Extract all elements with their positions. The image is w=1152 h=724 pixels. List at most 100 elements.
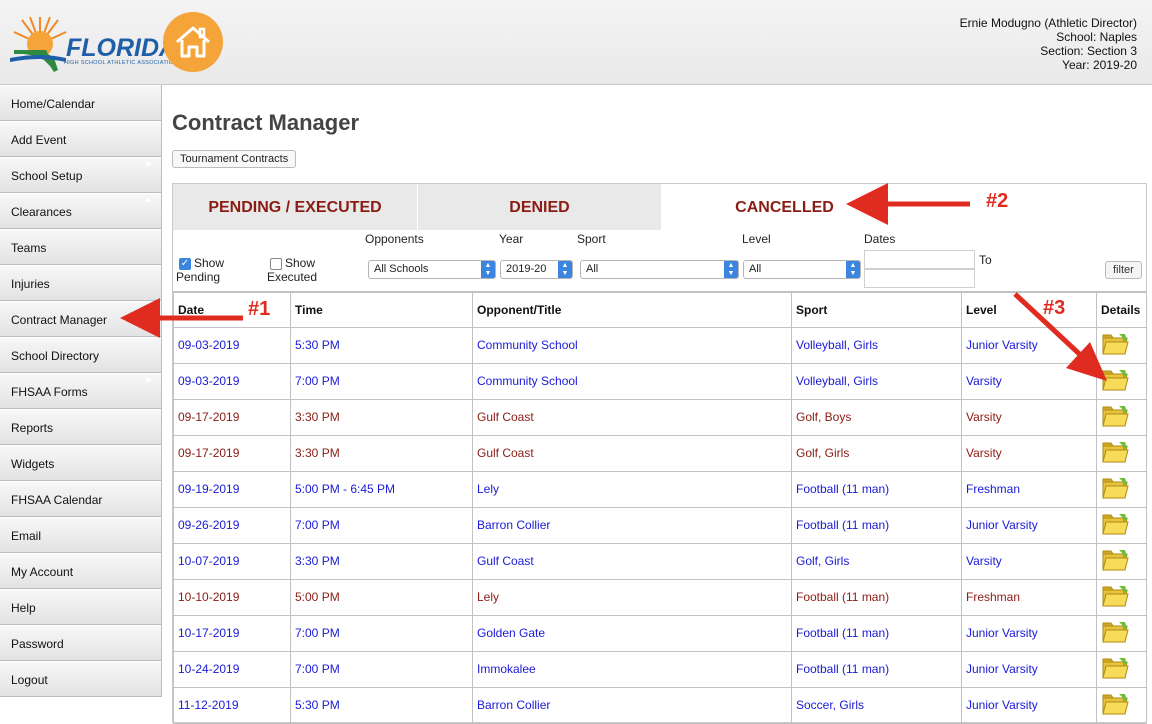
sidebar-item-password[interactable]: Password <box>0 625 161 661</box>
cell-opponent: Immokalee <box>472 650 792 688</box>
sidebar-item-widgets[interactable]: Widgets <box>0 445 161 481</box>
opponents-select[interactable]: All Schools ▲ ▼ <box>368 260 496 279</box>
to-label: To <box>979 253 992 267</box>
cell-opponent: Community School <box>472 362 792 400</box>
show-executed-label-2: Executed <box>267 270 318 284</box>
cell-date: 10-07-2019 <box>173 542 291 580</box>
sidebar-item-my-account[interactable]: My Account <box>0 553 161 589</box>
tab-denied[interactable]: DENIED <box>418 184 661 230</box>
cell-sport: Football (11 man) <box>791 470 962 508</box>
sidebar-item-fhsaa-calendar[interactable]: FHSAA Calendar <box>0 481 161 517</box>
cell-date: 09-19-2019 <box>173 470 291 508</box>
folder-icon[interactable] <box>1101 368 1129 395</box>
tab-cancelled[interactable]: CANCELLED <box>661 184 908 230</box>
folder-icon[interactable] <box>1101 512 1129 539</box>
table-row: 11-12-2019 5:30 PM Barron Collier Soccer, G… <box>173 686 1147 724</box>
sidebar-item-injuries[interactable]: Injuries <box>0 265 161 301</box>
sport-select[interactable]: All ▲ ▼ <box>580 260 739 279</box>
folder-icon[interactable] <box>1101 440 1129 467</box>
header-bar: FLORIDA HIGH SCHOOL ATHLETIC ASSOCIATION… <box>0 0 1152 85</box>
sidebar-item-email[interactable]: Email <box>0 517 161 553</box>
cell-level: Varsity <box>961 542 1097 580</box>
submenu-arrow-icon: ▶ <box>146 197 152 204</box>
fhsaa-logo[interactable]: FLORIDA HIGH SCHOOL ATHLETIC ASSOCIATION <box>8 10 177 75</box>
sidebar-nav: Home/Calendar Add Event School Setup ▶ Cl… <box>0 85 162 697</box>
sidebar-item-label: My Account <box>11 565 74 579</box>
select-caret-icon: ▲ ▼ <box>481 261 495 278</box>
cell-opponent: Gulf Coast <box>472 434 792 472</box>
filter-button[interactable]: filter <box>1105 261 1142 279</box>
show-pending-label: Show <box>194 256 225 270</box>
sidebar-item-reports[interactable]: Reports <box>0 409 161 445</box>
level-select[interactable]: All ▲ ▼ <box>743 260 861 279</box>
cell-level: Freshman <box>961 578 1097 616</box>
cell-time: 7:00 PM <box>290 614 473 652</box>
folder-icon[interactable] <box>1101 620 1129 647</box>
table-row: 10-24-2019 7:00 PM Immokalee Football (11 m… <box>173 650 1147 688</box>
cell-date: 10-24-2019 <box>173 650 291 688</box>
cell-opponent: Gulf Coast <box>472 398 792 436</box>
cell-time: 3:30 PM <box>290 398 473 436</box>
sidebar-item-label: Reports <box>11 421 54 435</box>
tournament-contracts-button[interactable]: Tournament Contracts <box>172 150 297 168</box>
show-pending-label-2: Pending <box>176 270 221 284</box>
page-title: Contract Manager <box>172 110 360 135</box>
folder-icon[interactable] <box>1101 584 1129 611</box>
logo-wordmark: FLORIDA <box>66 34 178 62</box>
sidebar-item-fhsaa-forms[interactable]: FHSAA Forms ▶ <box>0 373 161 409</box>
folder-icon[interactable] <box>1101 476 1129 503</box>
select-caret-icon: ▲ ▼ <box>724 261 738 278</box>
date-from-input[interactable] <box>864 250 975 269</box>
tab-pending-executed[interactable]: PENDING / EXECUTED <box>173 184 417 230</box>
column-header-date[interactable]: Date <box>173 291 291 328</box>
contracts-table: Date Time Opponent/Title Sport Level Det… <box>173 291 1147 724</box>
select-caret-icon: ▲ ▼ <box>558 261 572 278</box>
show-pending-checkbox[interactable]: ✓ <box>179 258 191 270</box>
sidebar-item-label: Home/Calendar <box>11 97 96 111</box>
sidebar-item-clearances[interactable]: Clearances ▶ <box>0 193 161 229</box>
cell-details <box>1096 326 1147 364</box>
cell-details <box>1096 506 1147 544</box>
sun-map-logo-icon <box>10 16 67 72</box>
home-icon <box>176 26 210 58</box>
cell-opponent: Gulf Coast <box>472 542 792 580</box>
submenu-arrow-icon: ▶ <box>146 377 152 384</box>
column-header-time[interactable]: Time <box>290 291 473 328</box>
sidebar-item-logout[interactable]: Logout <box>0 661 161 697</box>
sidebar-item-school-setup[interactable]: School Setup ▶ <box>0 157 161 193</box>
table-row: 09-26-2019 7:00 PM Barron Collier Football … <box>173 506 1147 544</box>
cell-sport: Golf, Boys <box>791 398 962 436</box>
cell-opponent: Barron Collier <box>472 686 792 724</box>
table-row: 09-17-2019 3:30 PM Gulf Coast Golf, Boys Var… <box>173 398 1147 436</box>
cell-level: Junior Varsity <box>961 326 1097 364</box>
folder-icon[interactable] <box>1101 548 1129 575</box>
folder-icon[interactable] <box>1101 692 1129 719</box>
sidebar-item-add-event[interactable]: Add Event <box>0 121 161 157</box>
column-header-sport[interactable]: Sport <box>791 291 962 328</box>
sidebar-item-school-directory[interactable]: School Directory <box>0 337 161 373</box>
home-button[interactable] <box>163 12 223 72</box>
sidebar-item-contract-manager[interactable]: Contract Manager <box>0 301 161 337</box>
cell-sport: Football (11 man) <box>791 506 962 544</box>
dates-label: Dates <box>864 232 896 246</box>
folder-icon[interactable] <box>1101 656 1129 683</box>
column-header-details: Details <box>1096 291 1147 328</box>
sidebar-item-help[interactable]: Help <box>0 589 161 625</box>
cell-time: 7:00 PM <box>290 650 473 688</box>
cell-time: 7:00 PM <box>290 362 473 400</box>
year-select[interactable]: 2019-20 ▲ ▼ <box>500 260 573 279</box>
annotation-label-3: #3 <box>1043 297 1066 319</box>
folder-icon[interactable] <box>1101 332 1129 359</box>
sidebar-item-label: Password <box>11 637 64 651</box>
date-to-input[interactable] <box>864 269 975 288</box>
column-header-level[interactable]: Level <box>961 291 1097 328</box>
sidebar-item-label: Add Event <box>11 133 67 147</box>
cell-time: 7:00 PM <box>290 506 473 544</box>
sidebar-item-teams[interactable]: Teams <box>0 229 161 265</box>
cell-date: 11-12-2019 <box>173 686 291 724</box>
cell-opponent: Barron Collier <box>472 506 792 544</box>
show-executed-checkbox[interactable] <box>270 258 282 270</box>
sidebar-item-home-calendar[interactable]: Home/Calendar <box>0 85 161 121</box>
folder-icon[interactable] <box>1101 404 1129 431</box>
column-header-opponent[interactable]: Opponent/Title <box>472 291 792 328</box>
